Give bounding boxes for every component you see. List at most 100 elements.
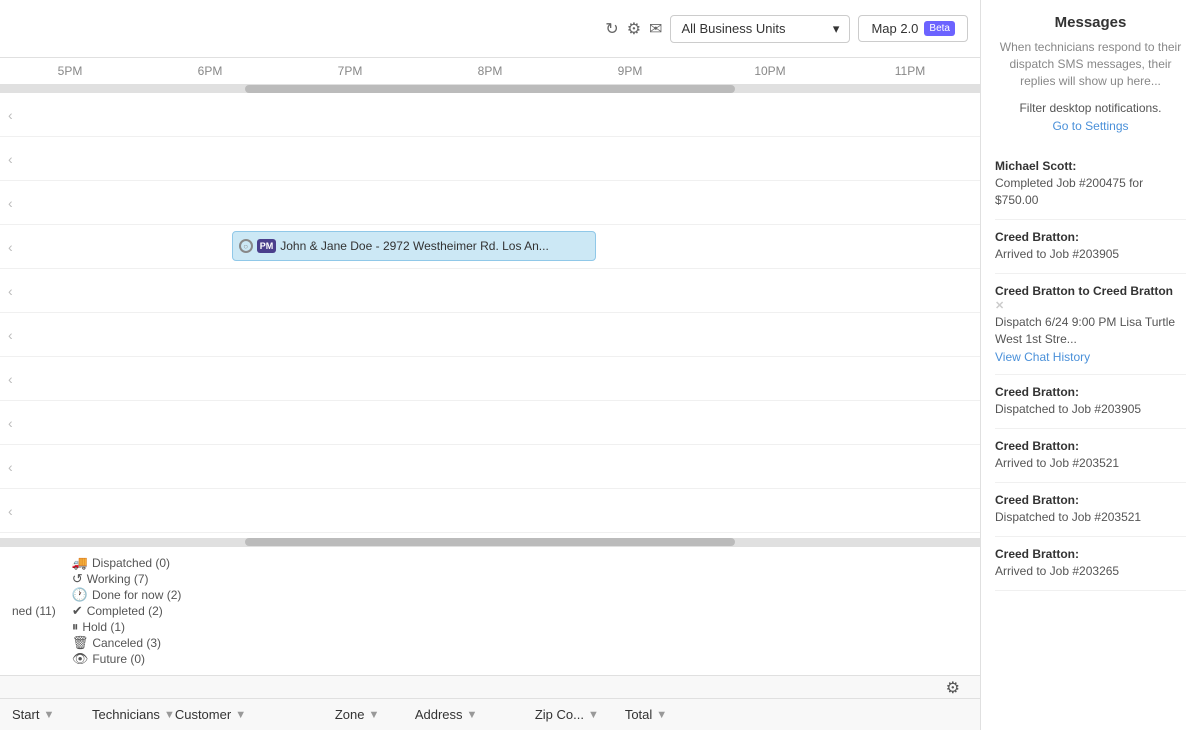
table-col-technicians[interactable]: Technicians ▼: [92, 707, 175, 722]
table-settings-icon[interactable]: ⚙: [938, 678, 968, 698]
hold-icon: ⏸: [72, 619, 79, 635]
message-item: Creed Bratton: Arrived to Job #203521: [995, 429, 1186, 483]
row-timeline: [21, 357, 980, 400]
business-unit-dropdown[interactable]: All Business Units ▾: [670, 15, 850, 43]
col-label-total: Total: [625, 707, 652, 722]
filter-icon-technicians[interactable]: ▼: [164, 709, 175, 721]
row-collapse-arrow[interactable]: ‹: [0, 239, 21, 255]
row-collapse-arrow[interactable]: ‹: [0, 459, 21, 475]
time-label: 11PM: [840, 64, 980, 78]
status-label: Completed (2): [87, 604, 163, 618]
status-label: Working (7): [87, 572, 149, 586]
message-item: Creed Bratton: Dispatched to Job #203905: [995, 375, 1186, 429]
message-text: Completed Job #200475 for $750.00: [995, 175, 1186, 209]
top-bar: ↻ ⚙ ✉ All Business Units ▾ Map 2.0 Beta: [0, 0, 980, 58]
job-block[interactable]: ○PMJohn & Jane Doe - 2972 Westheimer Rd.…: [232, 231, 597, 261]
message-text: Dispatched to Job #203905: [995, 401, 1186, 418]
email-icon[interactable]: ✉: [649, 19, 662, 39]
filter-icon-start[interactable]: ▼: [43, 709, 54, 721]
row-collapse-arrow[interactable]: ‹: [0, 371, 21, 387]
table-header: Start▼Technicians▼Customer▼Zone▼Address▼…: [0, 698, 980, 730]
done-icon: 🕐: [72, 587, 88, 603]
timeline-labels: 5PM6PM7PM8PM9PM10PM11PM: [0, 64, 980, 78]
status-label: Dispatched (0): [92, 556, 170, 570]
map-button[interactable]: Map 2.0 Beta: [858, 15, 968, 42]
message-sender: Creed Bratton:: [995, 493, 1186, 507]
status-item-undefined[interactable]: ⏸Hold (1): [72, 619, 182, 635]
status-item-undefined[interactable]: 👁Future (0): [72, 651, 182, 667]
chevron-down-icon: ▾: [833, 21, 840, 37]
message-item: Michael Scott:Completed Job #200475 for …: [995, 149, 1186, 220]
business-unit-label: All Business Units: [681, 21, 785, 36]
message-close-icon[interactable]: ✕: [995, 300, 1004, 312]
scheduled-label: ned (11): [12, 604, 56, 618]
status-scheduled[interactable]: ned (11): [12, 604, 56, 618]
truck-icon: 🚚: [72, 555, 88, 571]
time-label: 5PM: [0, 64, 140, 78]
row-collapse-arrow[interactable]: ‹: [0, 327, 21, 343]
tech-row: ‹: [0, 313, 980, 357]
table-col-customer[interactable]: Customer ▼: [175, 707, 335, 722]
completed-icon: ✔: [72, 603, 83, 619]
messages-settings-link[interactable]: Go to Settings: [995, 119, 1186, 133]
tech-row: ‹: [0, 357, 980, 401]
tech-row: ‹: [0, 445, 980, 489]
col-label-technicians: Technicians: [92, 707, 160, 722]
settings-icon[interactable]: ⚙: [627, 19, 641, 39]
table-col-zone[interactable]: Zone▼: [335, 707, 415, 722]
message-text: Arrived to Job #203265: [995, 563, 1186, 580]
tech-row: ‹ ○PMJohn & Jane Doe - 2972 Westheimer Rd…: [0, 225, 980, 269]
message-item: Creed Bratton: Arrived to Job #203905: [995, 220, 1186, 274]
message-text: Dispatch 6/24 9:00 PM Lisa Turtle West 1…: [995, 314, 1186, 348]
time-label: 8PM: [420, 64, 560, 78]
status-item-undefined[interactable]: ↺Working (7): [72, 571, 182, 587]
table-col-zip[interactable]: Zip Co...▼: [535, 707, 625, 722]
filter-icon-address[interactable]: ▼: [467, 709, 478, 721]
row-timeline: ○PMJohn & Jane Doe - 2972 Westheimer Rd.…: [21, 225, 980, 268]
row-collapse-arrow[interactable]: ‹: [0, 415, 21, 431]
messages-panel: Messages When technicians respond to the…: [980, 0, 1200, 730]
message-sender: Creed Bratton:: [995, 439, 1186, 453]
refresh-icon[interactable]: ↻: [605, 19, 618, 39]
message-item: Creed Bratton: Dispatched to Job #203521: [995, 483, 1186, 537]
message-item: Creed Bratton:Arrived to Job #203265: [995, 537, 1186, 591]
col-label-zone: Zone: [335, 707, 365, 722]
tech-row: ‹: [0, 269, 980, 313]
messages-list: Michael Scott:Completed Job #200475 for …: [995, 149, 1186, 590]
row-timeline: [21, 489, 980, 532]
status-item-undefined[interactable]: ✔ Completed (2): [72, 603, 182, 619]
row-timeline: [21, 93, 980, 136]
status-item-undefined[interactable]: 🕐Done for now (2): [72, 587, 182, 603]
message-text: Arrived to Job #203521: [995, 455, 1186, 472]
filter-icon-zip[interactable]: ▼: [588, 709, 599, 721]
message-link[interactable]: View Chat History: [995, 350, 1186, 364]
col-label-customer: Customer: [175, 707, 231, 722]
tech-row: ‹: [0, 181, 980, 225]
row-timeline: [21, 137, 980, 180]
row-collapse-arrow[interactable]: ‹: [0, 107, 21, 123]
row-collapse-arrow[interactable]: ‹: [0, 195, 21, 211]
message-text: Dispatched to Job #203521: [995, 509, 1186, 526]
table-col-total[interactable]: Total ▼: [625, 707, 705, 722]
table-col-address[interactable]: Address▼: [415, 707, 535, 722]
message-text: Arrived to Job #203905: [995, 246, 1186, 263]
tech-row: ‹: [0, 401, 980, 445]
filter-icon-zone[interactable]: ▼: [368, 709, 379, 721]
row-collapse-arrow[interactable]: ‹: [0, 283, 21, 299]
col-label-start: Start: [12, 707, 39, 722]
filter-icon-customer[interactable]: ▼: [235, 709, 246, 721]
status-item-undefined[interactable]: 🗑Canceled (3): [72, 635, 182, 651]
row-collapse-arrow[interactable]: ‹: [0, 151, 21, 167]
tech-row: ‹: [0, 489, 980, 533]
filter-icon-total[interactable]: ▼: [656, 709, 667, 721]
tech-row: ‹: [0, 93, 980, 137]
status-item-undefined[interactable]: 🚚 Dispatched (0): [72, 555, 182, 571]
row-collapse-arrow[interactable]: ‹: [0, 503, 21, 519]
table-col-start[interactable]: Start ▼: [12, 707, 92, 722]
timeline-scrollbar[interactable]: [0, 85, 980, 93]
row-timeline: [21, 445, 980, 488]
message-sender: Creed Bratton:: [995, 385, 1186, 399]
message-sender: Creed Bratton:: [995, 230, 1186, 244]
future-icon: 👁: [72, 651, 89, 667]
bottom-scrollbar[interactable]: [0, 538, 980, 546]
